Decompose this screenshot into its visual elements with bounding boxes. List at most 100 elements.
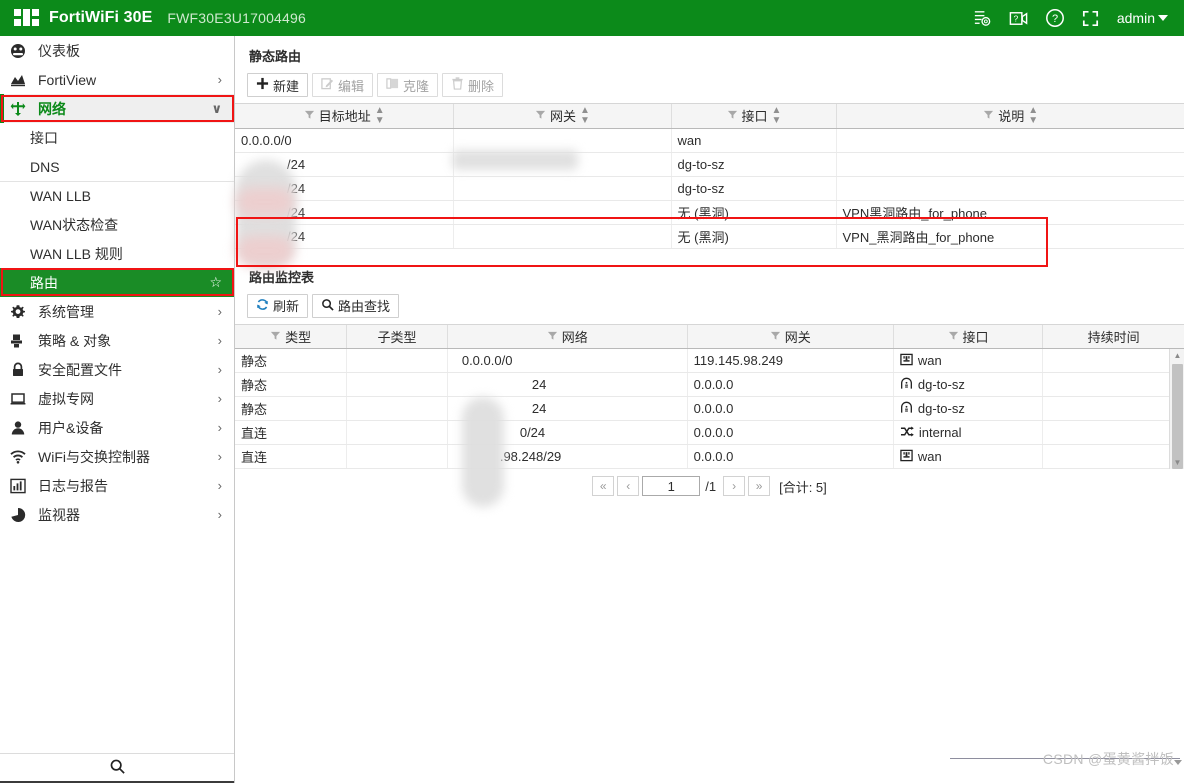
chevron-right-icon: › [217, 304, 222, 319]
filter-icon[interactable] [983, 108, 994, 123]
sidebar-label: 安全配置文件 [38, 361, 122, 378]
column-label: 持续时间 [1087, 329, 1140, 345]
column-header-gateway[interactable]: 网关 ▲ ▼ [453, 104, 672, 129]
filter-icon[interactable] [547, 329, 558, 344]
route-lookup-button[interactable]: 路由查找 [312, 293, 400, 318]
sidebar-item-wan-llb[interactable]: WAN LLB [0, 181, 234, 210]
new-route-button[interactable]: 新建 [247, 73, 309, 97]
chevron-down-icon[interactable] [1158, 15, 1168, 21]
refresh-button[interactable]: 刷新 [247, 293, 309, 318]
table-row[interactable]: 静态 0.0.0.0/0 119.145.98.249 wan [235, 348, 1184, 373]
table-row[interactable]: 静态 24 0.0.0.0 dg-to-sz [235, 396, 1184, 421]
sidebar-item-monitor[interactable]: 监视器 › [0, 500, 234, 529]
sidebar-item-wifi-switch-controller[interactable]: WiFi与交换控制器 › [0, 442, 234, 471]
sort-icon[interactable]: ▲ ▼ [580, 105, 590, 126]
column-header-network[interactable]: 网络 [447, 324, 688, 349]
fullscreen-icon[interactable] [1073, 0, 1109, 36]
table-row[interactable]: /24 无 (黑洞) VPN黑洞路由_for_phone [235, 200, 1184, 225]
column-header-interface[interactable]: 接口 [893, 324, 1044, 349]
clone-route-button[interactable]: 克隆 [377, 73, 439, 97]
sort-icon[interactable]: ▲ ▼ [375, 105, 385, 126]
table-row[interactable]: 0.0.0.0/0 wan [235, 128, 1184, 153]
system-config-icon[interactable] [965, 0, 1001, 36]
scrollbar-thumb[interactable] [1172, 363, 1183, 469]
routing-monitor-pagination: « ‹ /1 › » [合计: 5] [235, 473, 1184, 499]
cell-interface: dg-to-sz [893, 372, 1044, 397]
chevron-right-icon: › [217, 449, 222, 464]
column-header-description[interactable]: 说明 ▲ ▼ [836, 104, 1184, 129]
top-header-bar: FortiWiFi 30E FWF30E3U17004496 ? ? admin [0, 0, 1184, 36]
edit-route-button[interactable]: 编辑 [312, 73, 374, 97]
column-header-gateway[interactable]: 网关 [687, 324, 894, 349]
fortinet-logo-icon [14, 8, 40, 28]
watermark-rule [950, 758, 1180, 759]
cell-destination: /24 [235, 224, 454, 249]
total-pages-label: /1 [705, 478, 717, 494]
table-row[interactable]: 直连 .98.248/29 0.0.0.0 wan [235, 444, 1184, 469]
video-tutorial-icon[interactable]: ? [1001, 0, 1037, 36]
sidebar-item-vpn[interactable]: 虚拟专网 › [0, 384, 234, 413]
column-header-duration[interactable]: 持续时间 [1042, 324, 1184, 349]
sidebar-item-log-report[interactable]: 日志与报告 › [0, 471, 234, 500]
column-header-destination[interactable]: 目标地址 ▲ ▼ [235, 104, 454, 129]
sidebar-item-network[interactable]: 网络 ∨ [0, 94, 234, 123]
delete-route-button[interactable]: 删除 [442, 73, 504, 97]
page-number-input[interactable] [642, 476, 701, 496]
sidebar-search-button[interactable] [0, 753, 234, 783]
sidebar-item-security-profiles[interactable]: 安全配置文件 › [0, 355, 234, 384]
sidebar-label: 虚拟专网 [38, 390, 94, 407]
cell-type: 静态 [235, 348, 348, 373]
routing-monitor-toolbar: 刷新 路由查找 [235, 293, 1184, 324]
sidebar-item-dns[interactable]: DNS [0, 152, 234, 181]
cell-type: 直连 [235, 420, 348, 445]
sidebar-item-wan-health-check[interactable]: WAN状态检查 [0, 210, 234, 239]
filter-icon[interactable] [948, 329, 959, 344]
table-row[interactable]: /24 dg-to-sz [235, 176, 1184, 201]
help-icon[interactable]: ? [1037, 0, 1073, 36]
scroll-up-arrow-icon[interactable]: ▲ [1170, 349, 1184, 362]
sort-icon[interactable]: ▲ ▼ [1028, 105, 1038, 126]
table-row[interactable]: 直连 0/24 0.0.0.0 internal [235, 420, 1184, 445]
main-content: 静态路由 新建 编辑 克隆 删除 目标地址 ▲ ▼ 网关 ▲ ▼ 接口 ▲ ▼ … [235, 36, 1184, 783]
sidebar-item-routing[interactable]: 路由 ☆ [0, 268, 234, 297]
filter-icon[interactable] [304, 108, 315, 123]
table-row[interactable]: 静态 24 0.0.0.0 dg-to-sz [235, 372, 1184, 397]
last-page-button[interactable]: » [748, 476, 771, 496]
first-page-button[interactable]: « [592, 476, 615, 496]
table-row[interactable]: /24 dg-to-sz [235, 152, 1184, 177]
next-page-button[interactable]: › [723, 476, 746, 496]
routing-monitor-scrollbar[interactable]: ▲ ▼ [1169, 348, 1184, 469]
sidebar-item-system[interactable]: 系统管理 › [0, 297, 234, 326]
button-label: 新建 [273, 78, 300, 94]
product-name: FortiWiFi 30E [49, 9, 153, 26]
cell-duration [1042, 444, 1184, 469]
sidebar-item-dashboard[interactable]: 仪表板 [0, 36, 234, 65]
favorite-star-icon[interactable]: ☆ [209, 274, 222, 291]
sidebar-item-interface[interactable]: 接口 [0, 123, 234, 152]
scroll-down-arrow-icon[interactable]: ▼ [1170, 456, 1184, 469]
sidebar-item-user-device[interactable]: 用户&设备 › [0, 413, 234, 442]
monitor-pie-icon [10, 507, 32, 523]
sidebar-label: 监视器 [38, 506, 80, 523]
user-icon [10, 420, 32, 436]
sidebar-sublabel: 路由 [30, 274, 58, 291]
filter-icon[interactable] [770, 329, 781, 344]
sort-icon[interactable]: ▲ ▼ [772, 105, 782, 126]
cell-destination: /24 [235, 176, 454, 201]
filter-icon[interactable] [535, 108, 546, 123]
prev-page-button[interactable]: ‹ [617, 476, 640, 496]
sidebar-item-fortiview[interactable]: FortiView › [0, 65, 234, 94]
sidebar-item-policy-objects[interactable]: 策略 & 对象 › [0, 326, 234, 355]
filter-icon[interactable] [270, 329, 281, 344]
column-header-interface[interactable]: 接口 ▲ ▼ [671, 104, 837, 129]
admin-menu-label[interactable]: admin [1117, 10, 1155, 26]
cell-type: 静态 [235, 396, 348, 421]
sidebar-item-wan-llb-rules[interactable]: WAN LLB 规则 [0, 239, 234, 268]
sidebar-sublabel: DNS [30, 158, 60, 175]
column-header-type[interactable]: 类型 [235, 324, 348, 349]
cell-network: 0.0.0.0/0 [447, 348, 688, 373]
cell-gateway [453, 128, 672, 153]
column-header-subtype[interactable]: 子类型 [346, 324, 448, 349]
table-row[interactable]: /24 无 (黑洞) VPN_黑洞路由_for_phone [235, 224, 1184, 249]
filter-icon[interactable] [727, 108, 738, 123]
